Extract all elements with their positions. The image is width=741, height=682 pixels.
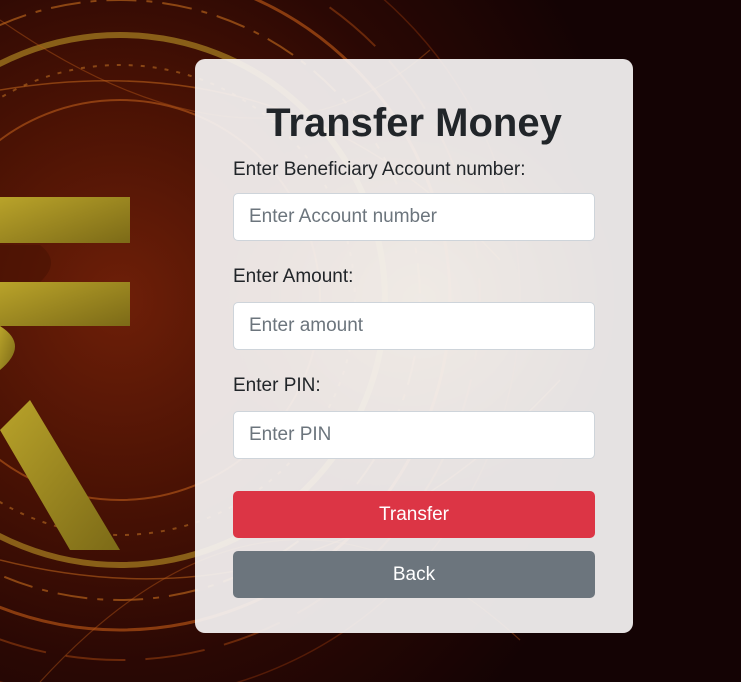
account-number-input[interactable] bbox=[233, 193, 595, 241]
amount-label: Enter Amount: bbox=[233, 266, 354, 287]
pin-label: Enter PIN: bbox=[233, 375, 321, 396]
page-title: Transfer Money bbox=[266, 101, 562, 145]
account-number-label: Enter Beneficiary Account number: bbox=[233, 159, 526, 180]
pin-input[interactable] bbox=[233, 411, 595, 459]
amount-input[interactable] bbox=[233, 302, 595, 350]
transfer-button[interactable]: Transfer bbox=[233, 491, 595, 538]
rupee-symbol-icon bbox=[0, 197, 130, 550]
back-button[interactable]: Back bbox=[233, 551, 595, 598]
transfer-card: Transfer Money Enter Beneficiary Account… bbox=[195, 59, 633, 633]
